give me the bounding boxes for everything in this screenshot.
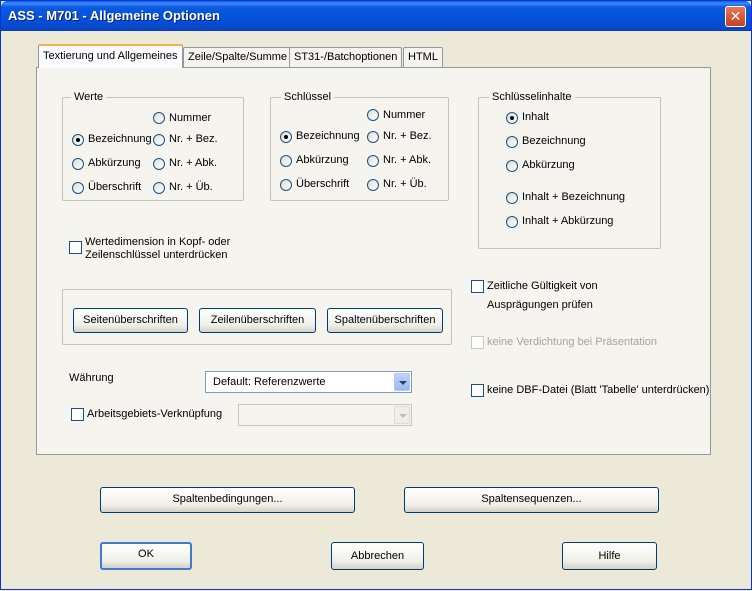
schluessel-label-nr-ueb: Nr. + Üb. <box>383 178 427 190</box>
waehrung-value: Default: Referenzwerte <box>213 376 326 388</box>
wertedimension-label-line2: Zeilenschlüssel unterdrücken <box>85 249 228 261</box>
tab-zeile-spalte-summe[interactable]: Zeile/Spalte/Summe <box>183 47 293 67</box>
zeitliche-gueltigkeit-checkbox[interactable] <box>471 280 484 293</box>
werte-label-nr-bez: Nr. + Bez. <box>169 133 218 145</box>
schluessel-radio-nr-ueb[interactable] <box>367 179 379 191</box>
schluessel-radio-ueberschrift[interactable] <box>280 179 292 191</box>
spaltenbedingungen-button[interactable]: Spaltenbedingungen... <box>100 487 355 513</box>
werte-label-ueberschrift: Überschrift <box>88 181 142 193</box>
werte-radio-ueberschrift[interactable] <box>72 182 84 194</box>
schluessel-radio-nr-bez[interactable] <box>367 131 379 143</box>
werte-label-nummer: Nummer <box>169 112 212 124</box>
tab-st31-batchoptionen[interactable]: ST31-/Batchoptionen <box>289 47 403 67</box>
schluessel-radio-bezeichnung[interactable] <box>280 131 292 143</box>
zeitliche-gueltigkeit-label-line2: Ausprägungen prüfen <box>487 299 593 311</box>
schluesselinhalte-label-bezeichnung: Bezeichnung <box>522 135 586 147</box>
schluessel-label-ueberschrift: Überschrift <box>296 178 350 190</box>
dialog-window: ASS - M701 - Allgemeine Optionen ✕ Texti… <box>0 0 752 590</box>
dbf-checkbox[interactable] <box>471 384 484 397</box>
werte-group-label: Werte <box>71 91 107 103</box>
arbeitsgebiet-label: Arbeitsgebiets-Verknüpfung <box>87 408 223 420</box>
werte-radio-nummer[interactable] <box>153 112 165 124</box>
schluessel-radio-abkuerzung[interactable] <box>280 155 292 167</box>
schluessel-label-nr-bez: Nr. + Bez. <box>383 130 432 142</box>
schluessel-radio-nr-abk[interactable] <box>367 155 379 167</box>
schluesselinhalte-group-label: Schlüsselinhalte <box>489 91 575 103</box>
werte-label-nr-ueb: Nr. + Üb. <box>169 181 213 193</box>
waehrung-select[interactable]: Default: Referenzwerte <box>205 371 412 393</box>
seitenueberschriften-button[interactable]: Seitenüberschriften <box>73 308 188 333</box>
tab-textierung[interactable]: Textierung und Allgemeines <box>38 44 183 68</box>
window-title: ASS - M701 - Allgemeine Optionen <box>8 8 220 23</box>
schluessel-label-bezeichnung: Bezeichnung <box>296 130 360 142</box>
schluesselinhalte-label-inhalt-abkuerzung: Inhalt + Abkürzung <box>522 215 614 227</box>
schluessel-radio-nummer[interactable] <box>367 109 379 121</box>
schluesselinhalte-label-inhalt-bezeichnung: Inhalt + Bezeichnung <box>522 191 626 203</box>
arbeitsgebiet-dropdown-icon[interactable] <box>394 406 410 424</box>
werte-label-nr-abk: Nr. + Abk. <box>169 157 217 169</box>
wertedimension-checkbox[interactable] <box>69 241 82 254</box>
schluessel-label-nr-abk: Nr. + Abk. <box>383 154 431 166</box>
tab-html[interactable]: HTML <box>403 47 443 67</box>
zeitliche-gueltigkeit-label-line1: Zeitliche Gültigkeit von <box>487 280 598 292</box>
wertedimension-label-line1: Wertedimension in Kopf- oder <box>85 236 231 248</box>
hilfe-button[interactable]: Hilfe <box>562 542 657 570</box>
schluesselinhalte-label-abkuerzung: Abkürzung <box>522 159 575 171</box>
schluessel-label-abkuerzung: Abkürzung <box>296 154 349 166</box>
werte-label-abkuerzung: Abkürzung <box>88 157 141 169</box>
verdichtung-checkbox[interactable] <box>471 336 484 349</box>
close-icon: ✕ <box>729 8 742 24</box>
arbeitsgebiet-select[interactable] <box>238 404 412 426</box>
dbf-label: keine DBF-Datei (Blatt 'Tabelle' unterdr… <box>487 384 710 396</box>
schluesselinhalte-radio-inhalt-bezeichnung[interactable] <box>506 192 518 204</box>
schluesselinhalte-label-inhalt: Inhalt <box>522 111 549 123</box>
schluesselinhalte-radio-inhalt-abkuerzung[interactable] <box>506 216 518 228</box>
schluessel-label-nummer: Nummer <box>383 109 426 121</box>
werte-radio-abkuerzung[interactable] <box>72 158 84 170</box>
werte-radio-nr-bez[interactable] <box>153 134 165 146</box>
schluesselinhalte-radio-inhalt[interactable] <box>506 112 518 124</box>
schluesselinhalte-radio-abkuerzung[interactable] <box>506 160 518 172</box>
werte-radio-bezeichnung[interactable] <box>72 134 84 146</box>
schluesselinhalte-radio-bezeichnung[interactable] <box>506 136 518 148</box>
arbeitsgebiet-checkbox[interactable] <box>71 408 84 421</box>
waehrung-label: Währung <box>69 372 114 384</box>
werte-radio-nr-abk[interactable] <box>153 158 165 170</box>
title-bar[interactable]: ASS - M701 - Allgemeine Optionen ✕ <box>1 1 751 31</box>
verdichtung-label: keine Verdichtung bei Präsentation <box>487 336 658 348</box>
werte-label-bezeichnung: Bezeichnung <box>88 133 152 145</box>
waehrung-dropdown-icon[interactable] <box>394 373 410 391</box>
schluessel-group-label: Schlüssel <box>281 91 335 103</box>
ok-button[interactable]: OK <box>100 542 192 570</box>
spaltensequenzen-button[interactable]: Spaltensequenzen... <box>404 487 659 513</box>
spaltenueberschriften-button[interactable]: Spaltenüberschriften <box>327 308 443 333</box>
zeilenueberschriften-button[interactable]: Zeilenüberschriften <box>199 308 316 333</box>
abbrechen-button[interactable]: Abbrechen <box>331 542 424 570</box>
close-button[interactable]: ✕ <box>725 6 746 27</box>
werte-radio-nr-ueb[interactable] <box>153 182 165 194</box>
